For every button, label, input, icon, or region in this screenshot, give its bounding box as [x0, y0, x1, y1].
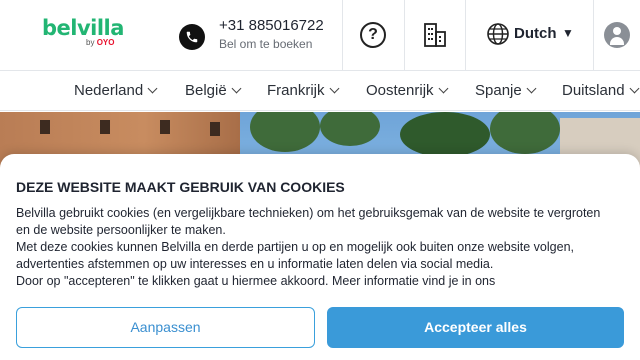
phone-icon	[179, 24, 205, 50]
nav-item-nederland[interactable]: Nederland	[74, 82, 158, 99]
chevron-down-icon	[629, 83, 639, 94]
globe-icon	[487, 23, 509, 45]
cookie-body: Belvilla gebruikt cookies (en vergelijkb…	[16, 205, 616, 290]
cookie-paragraph: Belvilla gebruikt cookies (en vergelijkb…	[16, 206, 601, 237]
belvilla-logo[interactable]: belvilla by OYO	[42, 16, 124, 52]
nav-item-oostenrijk[interactable]: Oostenrijk	[366, 82, 448, 99]
caret-down-icon: ▼	[562, 26, 574, 40]
chevron-down-icon	[329, 83, 339, 94]
chevron-down-icon	[438, 83, 448, 94]
cookie-paragraph: Door op "accepteren" te klikken gaat u h…	[16, 274, 496, 288]
nav-item-belgie[interactable]: België	[185, 82, 242, 99]
accept-all-button[interactable]: Accepteer alles	[327, 307, 624, 348]
chevron-down-icon	[526, 83, 537, 94]
logo-wordmark: belvilla	[42, 16, 124, 40]
nav-item-duitsland[interactable]: Duitsland	[562, 82, 639, 99]
language-label: Dutch	[514, 25, 557, 42]
nav-item-spanje[interactable]: Spanje	[475, 82, 537, 99]
building-icon	[424, 23, 446, 47]
logo-subtitle: by OYO	[86, 38, 115, 47]
account-icon	[604, 22, 630, 48]
phone-number[interactable]: +31 885016722	[219, 17, 324, 34]
help-button[interactable]: ?	[343, 0, 405, 70]
country-nav: Nederland België Frankrijk Oostenrijk Sp…	[0, 71, 640, 111]
cookie-consent-dialog: DEZE WEBSITE MAAKT GEBRUIK VAN COOKIES B…	[0, 154, 640, 360]
chevron-down-icon	[231, 83, 242, 94]
cookie-paragraph: Met deze cookies kunnen Belvilla en derd…	[16, 240, 574, 271]
site-header: belvilla by OYO +31 885016722 Bel om te …	[0, 0, 640, 71]
cookie-title: DEZE WEBSITE MAAKT GEBRUIK VAN COOKIES	[16, 179, 345, 195]
account-button[interactable]	[594, 0, 640, 70]
phone-contact[interactable]: +31 885016722 Bel om te boeken	[170, 0, 343, 70]
nav-item-frankrijk[interactable]: Frankrijk	[267, 82, 339, 99]
customize-button[interactable]: Aanpassen	[16, 307, 315, 348]
phone-caption: Bel om te boeken	[219, 37, 313, 51]
help-icon: ?	[360, 22, 386, 48]
language-selector[interactable]: Dutch ▼	[466, 0, 594, 70]
chevron-down-icon	[147, 83, 158, 94]
building-button[interactable]	[405, 0, 466, 70]
